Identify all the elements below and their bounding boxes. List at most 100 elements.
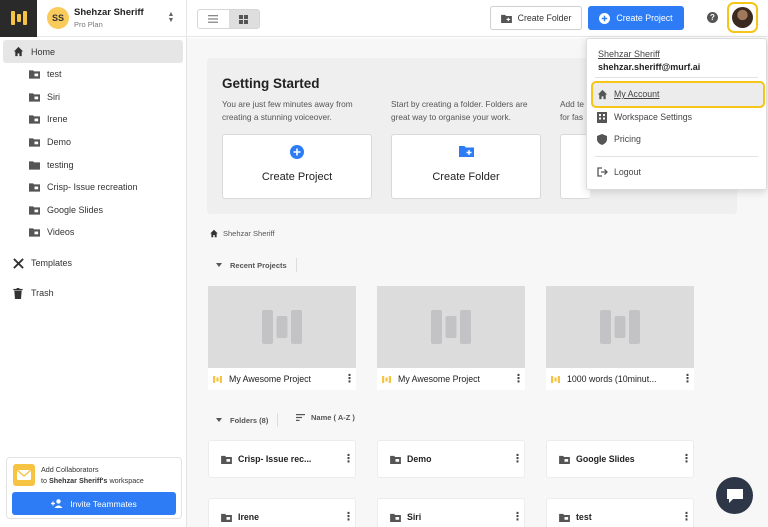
folder-icon [390,513,401,522]
home-icon [596,88,608,100]
create-project-button[interactable]: Create Project [588,6,684,30]
logout-icon [596,166,608,178]
menu-item-pricing[interactable]: Pricing [596,133,641,145]
project-thumbnail [377,286,525,368]
profile-menu-button[interactable] [727,2,758,33]
folder-card[interactable]: Google Slides ⋮ [546,440,694,478]
menu-item-workspace-settings[interactable]: Workspace Settings [596,111,692,123]
getting-started-desc-3b: for fas [560,112,584,122]
menu-divider [595,77,758,78]
sidebar-folder-videos[interactable]: Videos [3,221,183,244]
breadcrumb-label: Shehzar Sheriff [223,229,275,238]
folder-add-icon [500,14,512,23]
folder-icon [390,455,401,464]
more-options-icon[interactable]: ⋮ [341,454,355,465]
folder-card-title: Irene [238,512,260,522]
murf-placeholder-icon [600,310,640,344]
list-icon [208,15,219,23]
menu-item-my-account[interactable]: My Account [596,88,659,100]
sidebar-folder-crisp[interactable]: Crisp- Issue recreation [3,176,183,199]
folder-card[interactable]: Demo ⋮ [377,440,525,478]
folder-card[interactable]: Crisp- Issue rec... ⋮ [208,440,356,478]
menu-user-name[interactable]: Shehzar Sheriff [598,49,660,59]
project-card[interactable]: My Awesome Project ⋮ [208,286,356,390]
folder-icon [28,136,40,148]
sort-label: Name ( A-Z ) [311,413,355,422]
sidebar-folder-test[interactable]: test [3,63,183,86]
sidebar-folder-demo[interactable]: Demo [3,131,183,154]
sidebar-folder-siri[interactable]: Siri [3,86,183,109]
folder-card[interactable]: Irene ⋮ [208,498,356,527]
folder-icon [28,113,40,125]
plus-circle-icon [599,12,611,24]
list-view-button[interactable] [198,10,229,28]
sidebar-item-label: Home [31,46,56,57]
folder-card-title: test [576,512,592,522]
create-folder-button[interactable]: Create Folder [490,6,582,30]
plus-circle-icon [290,145,304,159]
folder-card-title: Crisp- Issue rec... [238,454,312,464]
breadcrumb[interactable]: Shehzar Sheriff [209,229,275,238]
sidebar-folder-google-slides[interactable]: Google Slides [3,199,183,222]
sidebar-item-label: Templates [31,258,73,269]
sidebar-item-templates[interactable]: Templates [3,252,183,275]
menu-item-logout[interactable]: Logout [596,166,641,178]
create-project-card[interactable]: Create Project [222,134,372,199]
murf-placeholder-icon [262,310,302,344]
collab-owner: Shehzar Sheriff's [49,476,108,485]
folder-icon [559,455,570,464]
menu-item-label: Workspace Settings [614,112,693,122]
project-card[interactable]: My Awesome Project ⋮ [377,286,525,390]
more-options-icon[interactable]: ⋮ [679,454,693,465]
view-toggle [197,9,260,29]
sidebar-item-trash[interactable]: Trash [3,282,183,305]
project-thumbnail [546,286,694,368]
sidebar-folder-irene[interactable]: Irene [3,108,183,131]
mail-icon [13,464,35,486]
more-options-icon[interactable]: ⋮ [510,454,524,465]
create-folder-card[interactable]: Create Folder [391,134,541,199]
sidebar-folder-testing[interactable]: testing [3,153,183,176]
more-options-icon[interactable]: ⋮ [679,512,693,523]
project-title: My Awesome Project [229,374,311,384]
menu-user-email: shehzar.sheriff@murf.ai [598,62,701,72]
workspace-switcher[interactable]: SS Shehzar Sheriff Pro Plan ▲ ▼ [0,0,186,37]
sidebar: SS Shehzar Sheriff Pro Plan ▲ ▼ Home test… [0,0,187,527]
project-thumbnail [208,286,356,368]
sidebar-item-home[interactable]: Home [3,40,183,63]
folder-icon [28,181,40,193]
folder-add-icon [458,146,474,157]
sort-control[interactable]: Name ( A-Z ) [296,413,355,422]
folder-card[interactable]: test ⋮ [546,498,694,527]
getting-started-title: Getting Started [222,76,320,91]
more-options-icon[interactable]: ⋮ [510,512,524,523]
shield-icon [596,133,608,145]
project-card[interactable]: 1000 words (10minut... ⋮ [546,286,694,390]
folder-icon [559,513,570,522]
murf-logo[interactable] [0,0,37,37]
folder-card[interactable]: Siri ⋮ [377,498,525,527]
folder-icon [221,455,232,464]
grid-view-button[interactable] [228,10,259,28]
invite-teammates-button[interactable]: Invite Teammates [12,492,176,515]
project-title: My Awesome Project [398,374,480,384]
sort-icon [296,414,305,421]
sidebar-item-label: Demo [47,137,72,148]
more-options-icon[interactable]: ⋮ [680,374,694,385]
home-icon [12,46,24,58]
folder-icon [28,204,40,216]
project-title: 1000 words (10minut... [567,374,657,384]
top-bar: Create Folder Create Project ? [187,0,768,37]
help-icon[interactable]: ? [707,12,718,23]
folder-card-title: Google Slides [576,454,635,464]
sidebar-item-label: Trash [31,288,54,299]
chat-support-button[interactable] [716,477,753,514]
create-project-label: Create Project [616,13,673,23]
trash-icon [12,287,24,299]
folders-toggle[interactable]: Folders (8) [216,413,279,427]
more-options-icon[interactable]: ⋮ [341,512,355,523]
more-options-icon[interactable]: ⋮ [342,374,356,385]
collab-suffix: workspace [109,476,144,485]
recent-projects-toggle[interactable]: Recent Projects [216,258,297,272]
more-options-icon[interactable]: ⋮ [511,374,525,385]
